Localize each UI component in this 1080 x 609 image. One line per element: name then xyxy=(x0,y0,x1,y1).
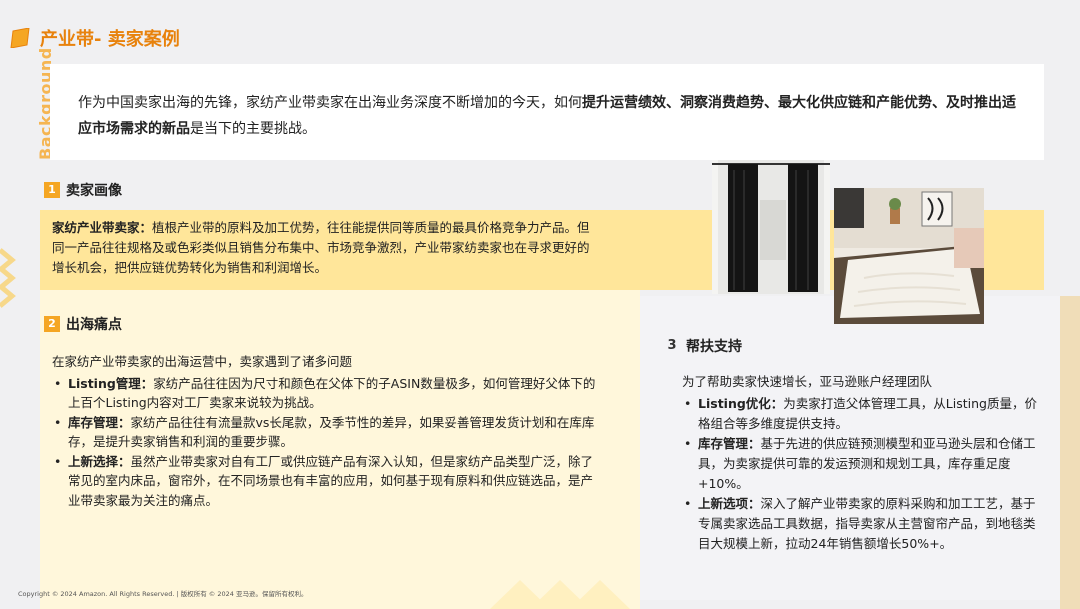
copyright-footer: Copyright © 2024 Amazon. All Rights Rese… xyxy=(18,590,308,598)
section-number: 1 xyxy=(44,182,60,198)
rug-photo xyxy=(834,188,984,324)
section-heading: 出海痛点 xyxy=(66,317,122,333)
intro-box: 作为中国卖家出海的先锋，家纺产业带卖家在出海业务深度不断增加的今天，如何提升运营… xyxy=(50,64,1044,160)
list-item: Listing管理：家纺产品往往因为尺寸和颜色在父体下的子ASIN数量极多，如何… xyxy=(54,374,600,413)
section-number: 3 xyxy=(667,338,677,353)
section-header-pain: 2 出海痛点 xyxy=(44,314,122,334)
curtain-photo xyxy=(712,160,830,294)
intro-text: 作为中国卖家出海的先锋，家纺产业带卖家在出海业务深度不断增加的今天，如何提升运营… xyxy=(78,95,1016,137)
support-intro: 为了帮助卖家快速增长，亚马逊账户经理团队 xyxy=(682,374,933,389)
support-text: 为了帮助卖家快速增长，亚马逊账户经理团队 Listing优化：为卖家打造父体管理… xyxy=(682,372,1038,554)
chevron-decoration xyxy=(0,248,16,308)
profile-text: 家纺产业带卖家：植根产业带的原料及加工优势，往往能提供同等质量的最具价格竞争力产… xyxy=(52,220,590,275)
list-item: 库存管理：基于先进的供应链预测模型和亚马逊头层和仓储工具，为卖家提供可靠的发运预… xyxy=(684,434,1038,494)
section-header-support: 3 帮扶支持 xyxy=(664,336,742,356)
list-item: 上新选项：深入了解产业带卖家的原料采购和加工工艺，基于专属卖家选品工具数据，指导… xyxy=(684,494,1038,554)
section-heading: 卖家画像 xyxy=(66,183,122,199)
section-header-profile: 1 卖家画像 xyxy=(44,180,122,200)
chevron-decoration-bottom xyxy=(490,580,630,609)
section-number: 2 xyxy=(44,316,60,332)
section-heading: 帮扶支持 xyxy=(686,339,742,355)
pain-points-text: 在家纺产业带卖家的出海运营中，卖家遇到了诸多问题 Listing管理：家纺产品往… xyxy=(52,352,600,510)
right-edge-strip xyxy=(1060,296,1080,609)
list-item: 上新选择：虽然产业带卖家对自有工厂或供应链产品有深入认知，但是家纺产品类型广泛，… xyxy=(54,452,600,511)
amazon-logo-icon xyxy=(10,28,30,48)
page-title: 产业带- 卖家案例 xyxy=(40,29,180,50)
list-item: Listing优化：为卖家打造父体管理工具，从Listing质量，价格组合等多维… xyxy=(684,394,1038,434)
list-item: 库存管理：家纺产品往往有流量款vs长尾款，及季节性的差异，如果妥善管理发货计划和… xyxy=(54,413,600,452)
pain-intro: 在家纺产业带卖家的出海运营中，卖家遇到了诸多问题 xyxy=(52,354,353,369)
